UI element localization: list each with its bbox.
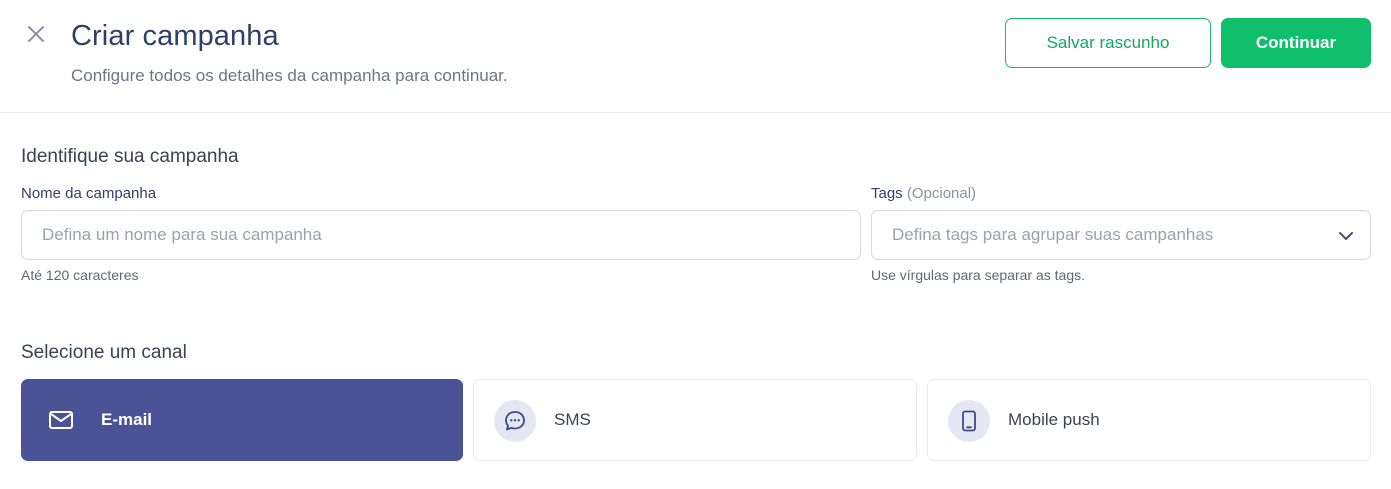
page-title: Criar campanha	[71, 20, 279, 52]
channel-option-email[interactable]: E-mail	[21, 379, 463, 461]
continue-button[interactable]: Continuar	[1221, 18, 1371, 68]
identify-section-title: Identifique sua campanha	[21, 146, 239, 167]
close-button[interactable]	[24, 22, 48, 46]
tags-select[interactable]: Defina tags para agrupar suas campanhas	[871, 210, 1371, 260]
campaign-name-label: Nome da campanha	[21, 185, 157, 202]
chat-bubble-icon	[505, 411, 525, 431]
tags-label: Tags (Opcional)	[871, 185, 976, 202]
campaign-name-input[interactable]: Defina um nome para sua campanha	[21, 210, 861, 260]
save-draft-button[interactable]: Salvar rascunho	[1005, 18, 1211, 68]
channel-section-title: Selecione um canal	[21, 342, 187, 363]
page-subtitle: Configure todos os detalhes da campanha …	[71, 66, 508, 85]
tags-label-text: Tags	[871, 185, 903, 202]
tags-placeholder: Defina tags para agrupar suas campanhas	[892, 225, 1214, 244]
channel-option-mobile-push[interactable]: Mobile push	[927, 379, 1371, 461]
channel-label-email: E-mail	[101, 410, 153, 429]
channel-label-sms: SMS	[554, 410, 591, 429]
sms-icon-badge	[494, 400, 536, 442]
channel-option-sms[interactable]: SMS	[473, 379, 917, 461]
tags-hint: Use vírgulas para separar as tags.	[871, 267, 1085, 283]
campaign-name-hint: Até 120 caracteres	[21, 267, 139, 283]
close-icon	[28, 26, 44, 42]
channel-label-mobile-push: Mobile push	[1008, 410, 1100, 429]
chevron-down-icon	[1339, 232, 1353, 240]
campaign-name-placeholder: Defina um nome para sua campanha	[42, 225, 322, 244]
smartphone-icon	[962, 410, 976, 432]
page-header: Criar campanha Configure todos os detalh…	[0, 0, 1391, 113]
mail-icon	[49, 411, 73, 429]
push-icon-badge	[948, 400, 990, 442]
optional-tag: (Opcional)	[906, 185, 977, 202]
